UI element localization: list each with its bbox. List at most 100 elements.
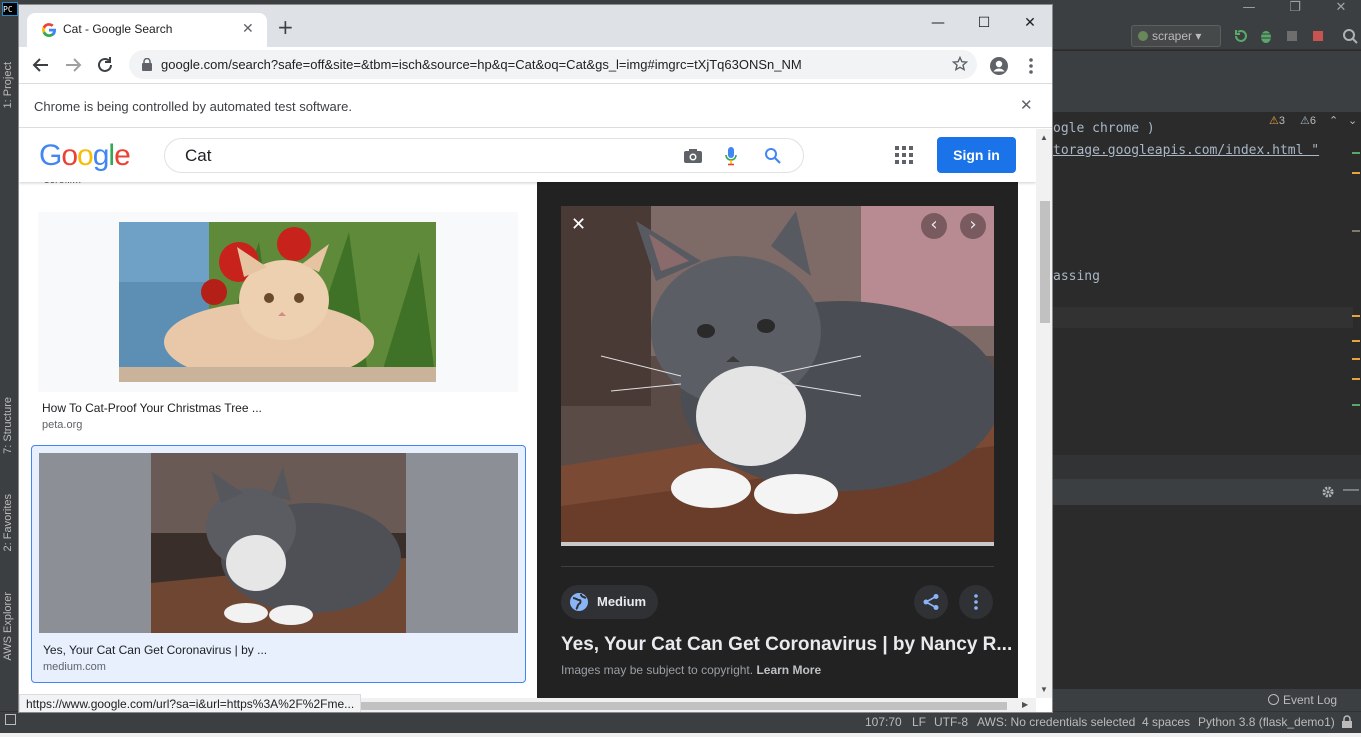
file-encoding[interactable]: UTF-8	[934, 715, 968, 729]
learn-more-link[interactable]: Learn More	[756, 663, 821, 677]
ide-navigation-bar	[1053, 51, 1361, 107]
result-thumbnail[interactable]	[39, 453, 518, 633]
warnings-indicator[interactable]: ⚠3	[1269, 114, 1285, 127]
google-favicon-icon	[42, 23, 56, 37]
next-image-icon[interactable]: ›	[960, 213, 986, 239]
link-status-bubble: https://www.google.com/url?sa=i&url=http…	[19, 694, 362, 712]
address-bar[interactable]: google.com/search?safe=off&site=&tbm=isc…	[129, 50, 977, 79]
code-line: ogle chrome )	[1053, 121, 1155, 136]
logo-letter: e	[114, 139, 131, 172]
chrome-menu-icon[interactable]	[1027, 56, 1035, 76]
window-maximize-icon[interactable]: ☐	[961, 10, 1007, 38]
caret-position[interactable]: 107:70	[865, 715, 902, 729]
source-site-name: Medium	[597, 594, 647, 609]
taskbar-edge	[0, 733, 1361, 737]
forward-arrow-icon[interactable]	[63, 55, 83, 75]
selected-image-result[interactable]: Yes, Your Cat Can Get Coronavirus | by .…	[31, 445, 526, 683]
source-site-chip[interactable]: Medium	[561, 585, 659, 619]
search-input[interactable]	[185, 146, 665, 166]
change-marker	[1352, 404, 1360, 406]
toggle-tool-windows-icon[interactable]	[5, 714, 16, 725]
google-apps-icon[interactable]	[895, 146, 913, 164]
hide-panel-icon[interactable]: —	[1343, 481, 1359, 499]
automation-infobar: Chrome is being controlled by automated …	[19, 83, 1052, 128]
lock-icon[interactable]	[1340, 715, 1354, 729]
ide-restore-icon[interactable]: ❐	[1272, 0, 1318, 20]
share-icon	[923, 594, 939, 610]
change-marker	[1352, 152, 1360, 154]
camera-search-icon[interactable]	[683, 148, 703, 164]
sign-in-button[interactable]: Sign in	[937, 137, 1016, 173]
browser-tab[interactable]: Cat - Google Search ✕	[27, 13, 267, 47]
horizontal-scroll-thumb[interactable]	[359, 702, 1007, 710]
rerun-icon[interactable]	[1233, 28, 1249, 44]
aws-explorer-tool-tab[interactable]: AWS Explorer	[2, 592, 14, 661]
bookmark-star-icon[interactable]	[952, 56, 968, 72]
url-text: google.com/search?safe=off&site=&tbm=isc…	[161, 57, 802, 72]
share-button[interactable]	[914, 585, 948, 619]
code-line: assing	[1053, 269, 1100, 284]
run-configuration-select[interactable]: scraper ▾	[1131, 25, 1221, 47]
more-options-button[interactable]	[959, 585, 993, 619]
debug-icon[interactable]	[1258, 28, 1274, 44]
aws-connection-status[interactable]: AWS: No credentials selected	[977, 715, 1135, 729]
logo-letter: o	[61, 139, 78, 172]
search-everywhere-icon[interactable]	[1342, 28, 1358, 44]
vertical-scrollbar[interactable]: ▲ ▼	[1036, 129, 1052, 698]
result-domain[interactable]: peta.org	[42, 419, 82, 431]
scroll-right-icon[interactable]: ▶	[1022, 700, 1028, 709]
result-caption[interactable]: Yes, Your Cat Can Get Coronavirus | by .…	[43, 643, 267, 657]
ide-close-icon[interactable]: ✕	[1318, 0, 1361, 20]
result-thumbnail[interactable]	[38, 212, 518, 392]
tab-close-icon[interactable]: ✕	[242, 21, 254, 37]
image-result-card[interactable]: How To Cat-Proof Your Christmas Tree ...…	[38, 212, 518, 442]
globe-icon	[570, 593, 588, 611]
prev-highlight-icon[interactable]: ⌃	[1329, 114, 1338, 127]
result-domain[interactable]: medium.com	[43, 661, 106, 673]
new-tab-button[interactable]: +	[277, 17, 294, 37]
favorites-tool-tab[interactable]: 2: Favorites	[2, 494, 14, 551]
window-close-icon[interactable]: ✕	[1007, 10, 1052, 38]
structure-tool-tab[interactable]: 7: Structure	[2, 397, 14, 454]
code-line: torage.googleapis.com/index.html "	[1053, 143, 1320, 158]
indent-setting[interactable]: 4 spaces	[1142, 715, 1190, 729]
reload-icon[interactable]	[95, 55, 115, 75]
weak-warnings-indicator[interactable]: ⚠6	[1300, 114, 1316, 127]
project-tool-tab[interactable]: 1: Project	[2, 62, 14, 108]
tool-window-header: —	[1053, 479, 1361, 505]
google-logo[interactable]: Google	[39, 139, 131, 173]
preview-divider	[561, 566, 994, 567]
search-icon[interactable]	[764, 147, 782, 165]
search-box[interactable]	[164, 138, 804, 173]
coverage-icon[interactable]	[1284, 28, 1300, 44]
previous-image-icon[interactable]: ‹	[921, 213, 947, 239]
tool-window-content	[1053, 505, 1361, 689]
warning-marker	[1352, 340, 1360, 342]
chrome-window: Cat - Google Search ✕ + — ☐ ✕ google.com…	[18, 4, 1053, 713]
vertical-scroll-thumb[interactable]	[1040, 201, 1050, 323]
preview-image[interactable]	[561, 206, 994, 546]
python-interpreter[interactable]: Python 3.8 (flask_demo1)	[1198, 715, 1335, 729]
back-arrow-icon[interactable]	[31, 55, 51, 75]
result-caption[interactable]: How To Cat-Proof Your Christmas Tree ...	[42, 401, 262, 415]
lock-icon[interactable]	[141, 58, 153, 71]
ide-minimize-icon[interactable]: —	[1226, 0, 1272, 20]
line-separator[interactable]: LF	[912, 715, 926, 729]
next-highlight-icon[interactable]: ⌄	[1348, 114, 1357, 127]
profile-avatar-icon[interactable]	[989, 56, 1009, 76]
microphone-icon[interactable]	[725, 146, 737, 166]
warning-marker	[1352, 230, 1360, 232]
close-preview-icon[interactable]: ✕	[571, 214, 586, 235]
preview-title[interactable]: Yes, Your Cat Can Get Coronavirus | by N…	[561, 634, 1012, 656]
warning-marker	[1352, 315, 1360, 317]
settings-gear-icon[interactable]	[1321, 485, 1335, 499]
event-log-button[interactable]: Event Log	[1268, 693, 1337, 707]
code-editor[interactable]: ogle chrome ) torage.googleapis.com/inde…	[1053, 112, 1361, 455]
grey-cat-thumbnail-image	[151, 453, 406, 633]
scroll-up-icon[interactable]: ▲	[1040, 133, 1048, 142]
window-minimize-icon[interactable]: —	[915, 10, 961, 38]
stop-icon[interactable]	[1310, 28, 1326, 44]
scroll-down-icon[interactable]: ▼	[1040, 685, 1048, 694]
infobar-close-icon[interactable]: ✕	[1020, 96, 1033, 114]
ide-status-bar: 107:70 LF UTF-8 AWS: No credentials sele…	[0, 711, 1361, 733]
